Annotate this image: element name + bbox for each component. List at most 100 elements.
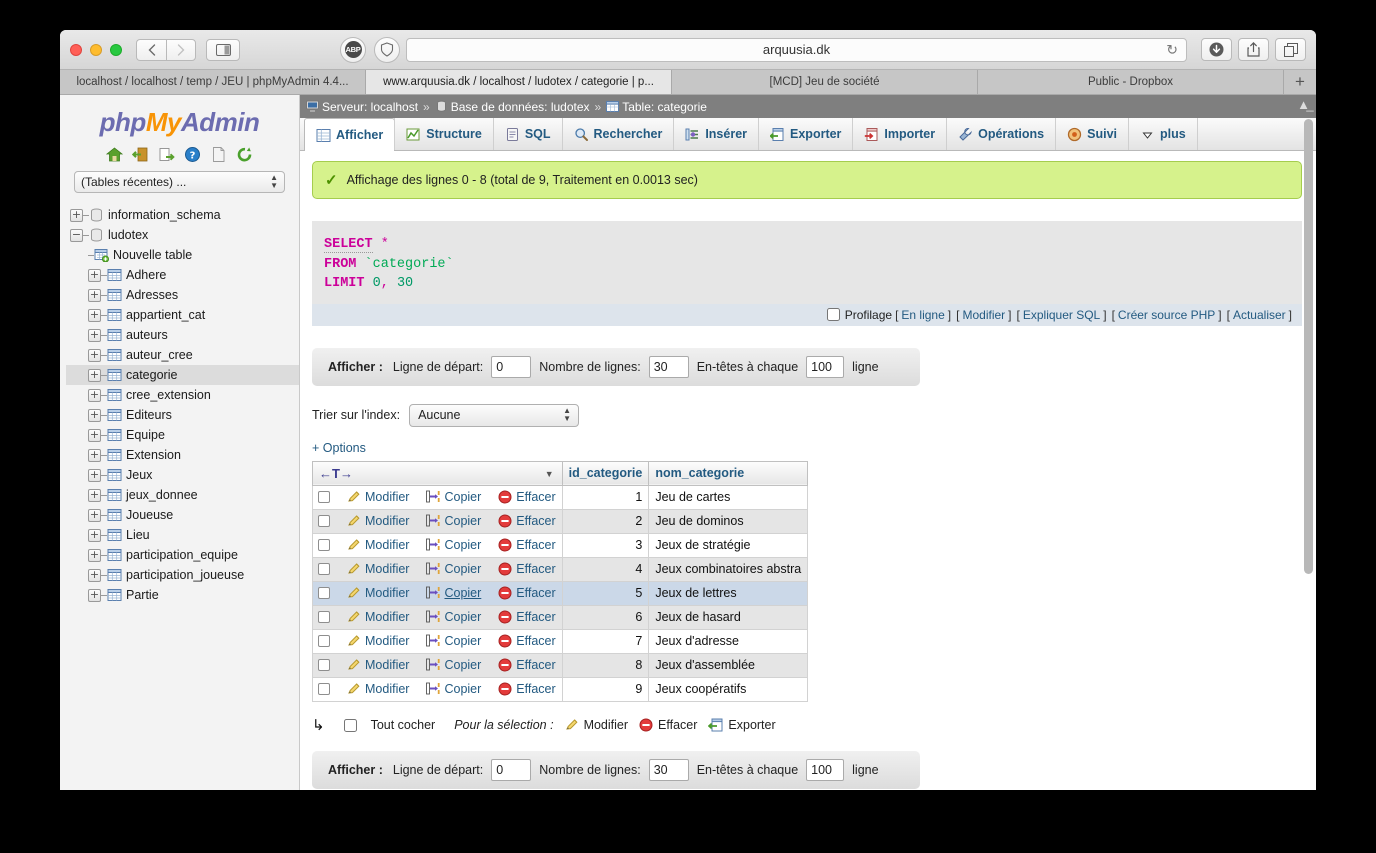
- copy-link[interactable]: Copier: [444, 538, 481, 552]
- start-row-input[interactable]: [491, 355, 532, 378]
- start-row-input[interactable]: [491, 758, 532, 781]
- edit-link[interactable]: Modifier: [365, 514, 409, 528]
- row-checkbox[interactable]: [318, 563, 330, 576]
- table-row-hovered[interactable]: Modifier Copier Effacer 5 Jeux de lettre…: [312, 581, 809, 606]
- breadcrumb-server[interactable]: Serveur: localhost: [322, 100, 418, 114]
- copy-link[interactable]: Copier: [444, 634, 481, 648]
- expand-toggle-icon[interactable]: +: [88, 468, 101, 482]
- tree-node-cree_extension[interactable]: + cree_extension: [66, 385, 299, 405]
- shield-button[interactable]: [374, 36, 400, 63]
- tree-node-information_schema[interactable]: + information_schema: [66, 205, 299, 225]
- copy-link[interactable]: Copier: [444, 562, 481, 576]
- tab-rechercher[interactable]: Rechercher: [561, 118, 675, 150]
- tab-structure[interactable]: Structure: [394, 118, 494, 150]
- headers-every-input[interactable]: [806, 758, 845, 781]
- expand-toggle-icon[interactable]: +: [88, 408, 101, 422]
- options-toggle-link[interactable]: + Options: [312, 441, 1302, 455]
- table-row[interactable]: Modifier Copier Effacer 3 Jeux de straté…: [312, 533, 809, 558]
- delete-link[interactable]: Effacer: [516, 562, 555, 576]
- expand-toggle-icon[interactable]: +: [88, 288, 101, 302]
- row-checkbox[interactable]: [318, 611, 330, 624]
- tree-node-jeux[interactable]: + Jeux: [66, 465, 299, 485]
- tab-operations[interactable]: Opérations: [946, 118, 1057, 150]
- row-checkbox[interactable]: [318, 683, 330, 696]
- bulk-delete-action[interactable]: Effacer: [639, 718, 697, 732]
- tree-node-ludotex[interactable]: − ludotex: [66, 225, 299, 245]
- edit-link[interactable]: Modifier: [365, 682, 409, 696]
- recent-tables-selector[interactable]: (Tables récentes) ... ▲ ▼: [74, 171, 285, 193]
- actions-header[interactable]: ←T→ ▼: [312, 460, 563, 486]
- copy-link[interactable]: Copier: [444, 586, 481, 600]
- check-all-checkbox[interactable]: [343, 718, 357, 732]
- phpmyadmin-logo[interactable]: phpMyAdmin: [60, 103, 299, 144]
- edit-link[interactable]: Modifier: [365, 586, 409, 600]
- collapse-toggle-icon[interactable]: −: [70, 228, 83, 242]
- new-tab-button[interactable]: +: [1284, 70, 1316, 94]
- tree-node-partie[interactable]: + Partie: [66, 585, 299, 605]
- tab-exporter[interactable]: Exporter: [758, 118, 854, 150]
- link-creer-source-php[interactable]: Créer source PHP: [1118, 308, 1215, 322]
- tree-node-nouvelle-table[interactable]: Nouvelle table: [66, 245, 299, 265]
- expand-toggle-icon[interactable]: +: [88, 348, 101, 362]
- home-icon[interactable]: [106, 146, 123, 163]
- expand-toggle-icon[interactable]: +: [88, 428, 101, 442]
- expand-toggle-icon[interactable]: +: [88, 568, 101, 582]
- edit-link[interactable]: Modifier: [365, 658, 409, 672]
- edit-link[interactable]: Modifier: [365, 490, 409, 504]
- profiling-checkbox[interactable]: [826, 308, 840, 322]
- rows-count-input[interactable]: [648, 758, 689, 781]
- table-row[interactable]: Modifier Copier Effacer 6 Jeux de hasard: [312, 605, 809, 630]
- delete-link[interactable]: Effacer: [516, 682, 555, 696]
- expand-toggle-icon[interactable]: +: [88, 528, 101, 542]
- page-scrollbar[interactable]: [1304, 119, 1313, 779]
- sql-query-box[interactable]: SELECT * FROM `categorie` LIMIT 0, 30: [312, 221, 1302, 304]
- delete-link[interactable]: Effacer: [516, 634, 555, 648]
- tree-node-equipe[interactable]: + Equipe: [66, 425, 299, 445]
- sidebar-toggle-button[interactable]: [206, 38, 240, 61]
- help-icon[interactable]: ?: [184, 146, 201, 163]
- browser-tab-active[interactable]: www.arquusia.dk / localhost / ludotex / …: [366, 70, 672, 94]
- row-checkbox[interactable]: [318, 635, 330, 648]
- table-row[interactable]: Modifier Copier Effacer 7 Jeux d'adresse: [312, 629, 809, 654]
- tree-node-adhere[interactable]: + Adhere: [66, 265, 299, 285]
- bulk-export-action[interactable]: Exporter: [708, 718, 776, 732]
- expand-toggle-icon[interactable]: +: [88, 588, 101, 602]
- breadcrumb-database[interactable]: Base de données: ludotex: [451, 100, 590, 114]
- rows-count-input[interactable]: [648, 355, 689, 378]
- tab-sql[interactable]: SQL: [492, 118, 563, 150]
- delete-link[interactable]: Effacer: [516, 610, 555, 624]
- tree-node-editeurs[interactable]: + Editeurs: [66, 405, 299, 425]
- table-row[interactable]: Modifier Copier Effacer 2 Jeu de dominos: [312, 509, 809, 534]
- breadcrumb-table[interactable]: Table: categorie: [622, 100, 707, 114]
- browser-tab[interactable]: Public - Dropbox: [978, 70, 1284, 94]
- delete-link[interactable]: Effacer: [516, 538, 555, 552]
- tab-plus[interactable]: plus: [1128, 118, 1198, 150]
- tree-node-jeux_donnee[interactable]: + jeux_donnee: [66, 485, 299, 505]
- tab-afficher[interactable]: Afficher: [304, 118, 396, 151]
- expand-toggle-icon[interactable]: +: [88, 368, 101, 382]
- link-en-ligne[interactable]: En ligne: [901, 308, 944, 322]
- tree-node-categorie[interactable]: + categorie: [66, 365, 299, 385]
- expand-toggle-icon[interactable]: +: [88, 308, 101, 322]
- scrollbar-thumb[interactable]: [1304, 119, 1313, 574]
- copy-link[interactable]: Copier: [444, 514, 481, 528]
- address-bar[interactable]: arquusia.dk ↻: [406, 37, 1187, 62]
- table-row[interactable]: Modifier Copier Effacer 4 Jeux combinato…: [312, 557, 809, 582]
- table-row[interactable]: Modifier Copier Effacer 9 Jeux coopérati…: [312, 677, 809, 702]
- tree-node-auteurs[interactable]: + auteurs: [66, 325, 299, 345]
- copy-link[interactable]: Copier: [444, 658, 481, 672]
- maximize-window-button[interactable]: [110, 43, 122, 56]
- tree-node-participation_equipe[interactable]: + participation_equipe: [66, 545, 299, 565]
- browser-tab[interactable]: localhost / localhost / temp / JEU | php…: [60, 70, 366, 94]
- copy-link[interactable]: Copier: [444, 490, 481, 504]
- headers-every-input[interactable]: [806, 355, 845, 378]
- reload-icon[interactable]: ↻: [1166, 41, 1178, 58]
- row-checkbox[interactable]: [318, 659, 330, 672]
- adblock-button[interactable]: ABP: [340, 36, 366, 63]
- close-window-button[interactable]: [70, 43, 82, 56]
- column-header-id_categorie[interactable]: id_categorie: [561, 460, 650, 486]
- delete-link[interactable]: Effacer: [516, 586, 555, 600]
- expand-toggle-icon[interactable]: +: [88, 448, 101, 462]
- expand-toggle-icon[interactable]: +: [88, 268, 101, 282]
- row-checkbox[interactable]: [318, 515, 330, 528]
